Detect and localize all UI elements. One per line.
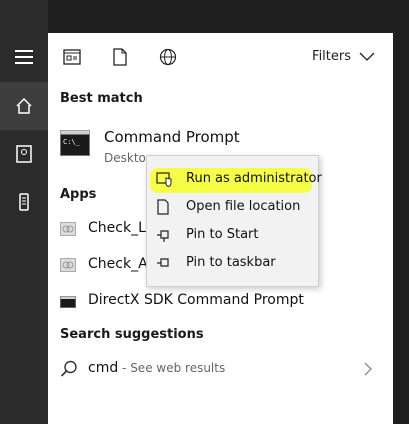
menu-item-pin-to-taskbar[interactable]: Pin to taskbar bbox=[146, 249, 317, 277]
menu-item-label: Pin to Start bbox=[186, 227, 259, 242]
app-icon bbox=[60, 221, 76, 240]
menu-item-run-as-administrator[interactable]: Run as administrator bbox=[146, 165, 322, 193]
apps-heading: Apps bbox=[60, 187, 97, 202]
svg-text:C:\_: C:\_ bbox=[63, 138, 81, 146]
suggestion-hint: - See web results bbox=[118, 361, 226, 375]
chevron-down-icon bbox=[359, 52, 375, 61]
menu-item-label: Pin to taskbar bbox=[186, 255, 276, 270]
file-icon bbox=[156, 199, 172, 215]
apps-filter-icon[interactable] bbox=[62, 47, 82, 67]
chevron-right-icon bbox=[364, 361, 372, 380]
home-icon[interactable] bbox=[0, 82, 48, 130]
documents-filter-icon[interactable] bbox=[110, 47, 130, 67]
filters-label: Filters bbox=[312, 49, 351, 64]
left-rail bbox=[0, 0, 48, 424]
menu-item-label: Open file location bbox=[186, 199, 301, 214]
menu-item-label: Run as administrator bbox=[186, 171, 322, 186]
hamburger-menu-icon[interactable] bbox=[0, 33, 48, 81]
app-label: DirectX SDK Command Prompt bbox=[88, 292, 304, 308]
best-match-title: Command Prompt bbox=[104, 128, 240, 146]
suggestion-query: cmd bbox=[88, 360, 119, 376]
app-label: Check_Lo bbox=[88, 220, 155, 236]
shield-admin-icon bbox=[156, 171, 172, 188]
pin-icon bbox=[156, 255, 172, 271]
best-match-heading: Best match bbox=[60, 91, 143, 106]
web-filter-icon[interactable] bbox=[158, 47, 178, 67]
command-prompt-icon bbox=[60, 293, 76, 312]
toolbar: Filters bbox=[48, 33, 393, 81]
search-suggestions-heading: Search suggestions bbox=[60, 327, 204, 342]
menu-item-open-file-location[interactable]: Open file location bbox=[146, 193, 317, 221]
command-prompt-icon: C:\_ bbox=[60, 130, 90, 160]
filters-button[interactable]: Filters bbox=[312, 49, 375, 64]
documents-icon[interactable] bbox=[0, 130, 48, 178]
app-icon bbox=[60, 257, 76, 276]
menu-item-pin-to-start[interactable]: Pin to Start bbox=[146, 221, 317, 249]
pin-icon bbox=[156, 227, 172, 243]
device-icon[interactable] bbox=[0, 178, 48, 226]
search-icon bbox=[60, 360, 78, 382]
suggestion-text: cmd - See web results bbox=[88, 360, 225, 376]
